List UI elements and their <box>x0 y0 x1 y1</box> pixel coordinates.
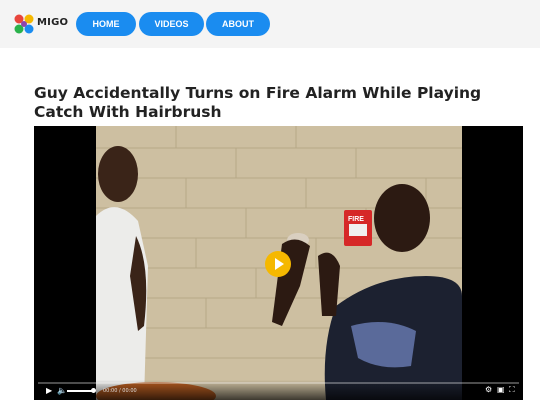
volume-icon[interactable]: 🔈 <box>57 387 67 395</box>
nav-home-button[interactable]: HOME <box>76 12 136 36</box>
pip-icon[interactable]: ▣ <box>497 386 505 394</box>
fire-sign-text: FIRE <box>348 216 364 223</box>
play-button[interactable] <box>265 251 291 277</box>
time-display: 00:00 / 00:00 <box>103 388 137 394</box>
nav-about-button[interactable]: ABOUT <box>206 12 270 36</box>
video-controls: ▶ 🔈 00:00 / 00:00 ⚙ ▣ ⛶ <box>34 380 523 400</box>
volume-knob[interactable] <box>91 388 96 393</box>
fullscreen-icon[interactable]: ⛶ <box>509 386 515 394</box>
video-player[interactable]: FIRE ▶ 🔈 00:00 / 00:00 ⚙ ▣ ⛶ <box>34 126 523 400</box>
volume-slider[interactable] <box>67 390 93 392</box>
progress-bar[interactable] <box>38 382 519 384</box>
settings-icon[interactable]: ⚙ <box>485 386 492 394</box>
page-title: Guy Accidentally Turns on Fire Alarm Whi… <box>34 84 482 121</box>
play-icon[interactable]: ▶ <box>46 387 52 395</box>
nav-videos-button[interactable]: VIDEOS <box>139 12 204 36</box>
logo-icon[interactable] <box>13 13 35 35</box>
logo-text[interactable]: MIGO <box>37 17 68 28</box>
top-bar: MIGO HOME VIDEOS ABOUT <box>0 0 540 48</box>
